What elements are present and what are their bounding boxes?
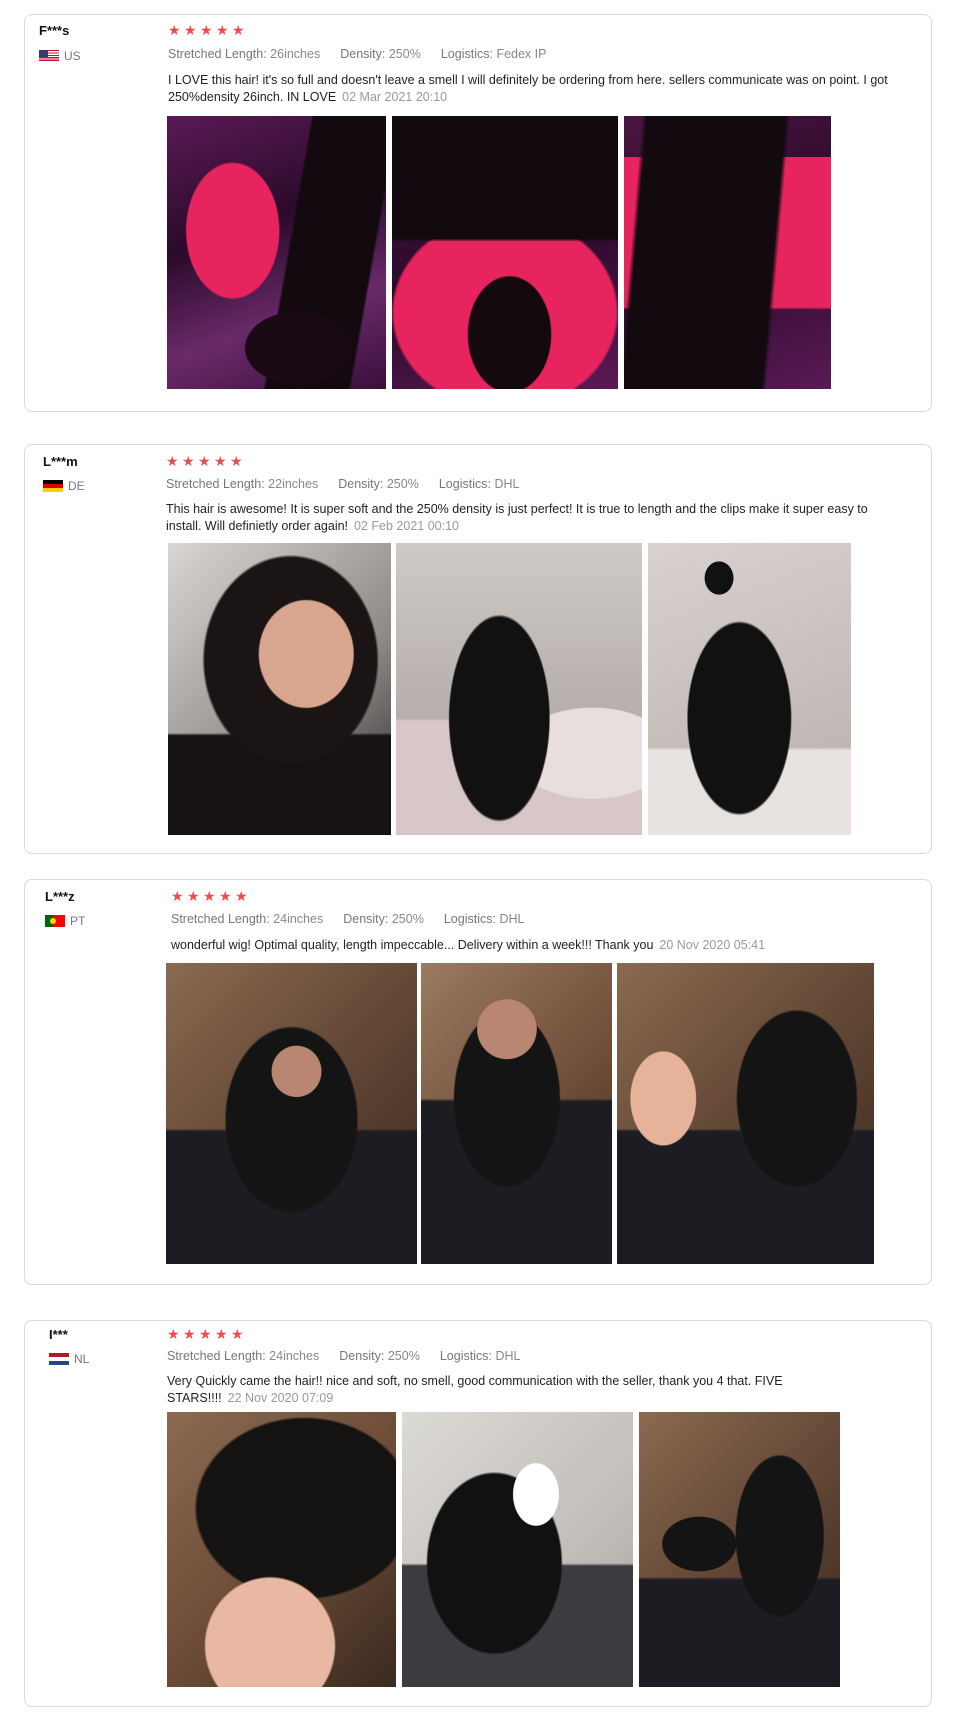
star-icon: ★ <box>166 453 179 469</box>
star-rating: ★ ★ ★ ★ ★ <box>167 1326 244 1342</box>
review-photo[interactable] <box>167 1412 396 1687</box>
review-date: 20 Nov 2020 05:41 <box>659 938 766 952</box>
star-icon: ★ <box>198 453 211 469</box>
review-text: I LOVE this hair! it's so full and doesn… <box>168 72 908 106</box>
star-icon: ★ <box>203 888 216 904</box>
star-icon: ★ <box>167 1326 180 1342</box>
review-attributes: Stretched Length: 22inches Density: 250% L… <box>166 477 519 491</box>
attr-value: 22inches <box>268 477 319 491</box>
country-code: US <box>64 49 81 63</box>
star-icon: ★ <box>200 22 213 38</box>
review-photo[interactable] <box>624 116 831 389</box>
attr-value: 26inches <box>270 47 321 61</box>
attr-label: Logistics: <box>438 477 491 491</box>
reviewer-name: I*** <box>49 1327 68 1342</box>
star-rating: ★ ★ ★ ★ ★ <box>171 888 248 904</box>
reviewer-name: L***m <box>43 454 78 469</box>
review-text: This hair is awesome! It is super soft a… <box>166 501 886 535</box>
attr-value: DHL <box>499 912 525 926</box>
pt-flag-icon <box>45 915 65 927</box>
star-icon: ★ <box>235 888 248 904</box>
nl-flag-icon <box>49 1353 69 1365</box>
review-photo[interactable] <box>396 543 642 835</box>
review-attributes: Stretched Length: 24inches Density: 250% L… <box>171 912 524 926</box>
review-photo[interactable] <box>402 1412 633 1687</box>
attr-label: Logistics: <box>439 1349 492 1363</box>
star-icon: ★ <box>230 453 243 469</box>
attr-value: Fedex IP <box>496 47 547 61</box>
attr-label: Stretched Length: <box>166 477 265 491</box>
star-icon: ★ <box>199 1326 212 1342</box>
star-icon: ★ <box>187 888 200 904</box>
review-photo[interactable] <box>617 963 874 1264</box>
attr-value: DHL <box>495 1349 521 1363</box>
review-photo[interactable] <box>421 963 612 1264</box>
star-icon: ★ <box>182 453 195 469</box>
review-attributes: Stretched Length: 26inches Density: 250% L… <box>168 47 546 61</box>
reviewer-country: DE <box>43 479 85 493</box>
attr-label: Stretched Length: <box>171 912 270 926</box>
country-code: DE <box>68 479 85 493</box>
attr-label: Density: <box>338 477 384 491</box>
review-text: wonderful wig! Optimal quality, length i… <box>171 937 891 954</box>
review-attributes: Stretched Length: 24inches Density: 250% L… <box>167 1349 520 1363</box>
attr-label: Density: <box>340 47 386 61</box>
star-rating: ★ ★ ★ ★ ★ <box>168 22 245 38</box>
attr-value: 250% <box>386 477 419 491</box>
attr-value: 250% <box>387 1349 420 1363</box>
review-body: wonderful wig! Optimal quality, length i… <box>171 938 654 952</box>
review-text: Very Quickly came the hair!! nice and so… <box>167 1373 807 1407</box>
reviewer-name: L***z <box>45 889 75 904</box>
attr-label: Logistics: <box>443 912 496 926</box>
country-code: NL <box>74 1352 90 1366</box>
star-icon: ★ <box>219 888 232 904</box>
star-icon: ★ <box>168 22 181 38</box>
attr-label: Logistics: <box>440 47 493 61</box>
attr-value: 250% <box>388 47 421 61</box>
attr-value: DHL <box>494 477 520 491</box>
star-icon: ★ <box>214 453 227 469</box>
review-photo[interactable] <box>392 116 618 389</box>
review-photo[interactable] <box>166 963 417 1264</box>
reviewer-name: F***s <box>39 23 70 38</box>
us-flag-icon <box>39 50 59 62</box>
attr-value: 24inches <box>273 912 324 926</box>
star-icon: ★ <box>171 888 184 904</box>
reviewer-country: NL <box>49 1352 89 1366</box>
review-body: I LOVE this hair! it's so full and doesn… <box>168 73 888 104</box>
review-date: 02 Mar 2021 20:10 <box>342 90 448 104</box>
review-body: This hair is awesome! It is super soft a… <box>166 502 868 533</box>
star-rating: ★ ★ ★ ★ ★ <box>166 453 243 469</box>
reviewer-country: US <box>39 49 81 63</box>
review-date: 02 Feb 2021 00:10 <box>354 519 459 533</box>
review-photo[interactable] <box>167 116 386 389</box>
star-icon: ★ <box>183 1326 196 1342</box>
attr-value: 250% <box>391 912 424 926</box>
star-icon: ★ <box>215 1326 228 1342</box>
star-icon: ★ <box>232 22 245 38</box>
attr-label: Density: <box>339 1349 385 1363</box>
reviewer-country: PT <box>45 914 85 928</box>
review-date: 22 Nov 2020 07:09 <box>227 1391 334 1405</box>
attr-value: 24inches <box>269 1349 320 1363</box>
attr-label: Density: <box>343 912 389 926</box>
review-photo[interactable] <box>639 1412 840 1687</box>
attr-label: Stretched Length: <box>168 47 267 61</box>
attr-label: Stretched Length: <box>167 1349 266 1363</box>
de-flag-icon <box>43 480 63 492</box>
star-icon: ★ <box>216 22 229 38</box>
star-icon: ★ <box>231 1326 244 1342</box>
review-photo[interactable] <box>168 543 391 835</box>
review-photo[interactable] <box>648 543 851 835</box>
country-code: PT <box>70 914 86 928</box>
star-icon: ★ <box>184 22 197 38</box>
